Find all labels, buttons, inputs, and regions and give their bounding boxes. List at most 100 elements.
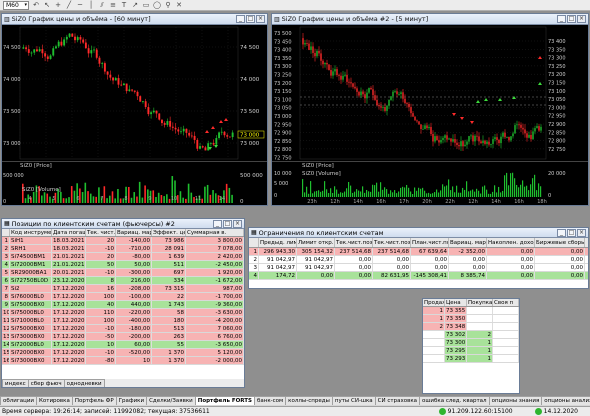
col-header[interactable]: Цена — [445, 299, 467, 306]
col-header[interactable]: Дата погаш. — [52, 229, 86, 236]
close-button[interactable]: × — [577, 228, 586, 237]
volume-bar — [388, 193, 390, 197]
table-row[interactable]: 14 Si72000BL0 17.12.2020 10 60,00 55 -3 650,00 — [2, 341, 244, 349]
volume-pane-60min[interactable]: 500 000 0 500 000 0 SiZ0 [Volume] 4 5 6 7 8 9 10 11 1… — [2, 169, 267, 205]
maximize-button[interactable]: □ — [246, 15, 255, 23]
col-header[interactable]: Предыд. лимит — [259, 238, 297, 247]
rect-tool-icon[interactable]: ▭ — [142, 1, 150, 9]
table-row[interactable]: 2 SRH1 18.03.2021 -10 -710,00 28 091 7 078,00 — [2, 245, 244, 253]
col-header[interactable]: Эффект. цена — [152, 229, 186, 236]
main-tab[interactable]: СИ страховка — [374, 396, 421, 405]
col-header[interactable]: Код инструмента — [10, 229, 52, 236]
channel-tool-icon[interactable]: ⫽ — [98, 1, 106, 9]
vline-tool-icon[interactable]: │ — [87, 1, 95, 9]
arrow-tool-icon[interactable]: ↗ — [131, 1, 139, 9]
col-header[interactable]: Своя п — [493, 299, 519, 306]
main-tab[interactable]: коллы-спреды — [285, 396, 333, 405]
main-tab[interactable]: Графики — [115, 396, 148, 405]
table-row[interactable]: 15 Si72000BX0 17.12.2020 -10 -520,00 1 370 5 1… — [2, 349, 244, 357]
main-tab[interactable]: Портфель ФР — [71, 396, 117, 405]
book-buy-row[interactable]: 73 300 1 — [423, 339, 519, 347]
subtab[interactable]: сбер фьюч — [27, 379, 65, 387]
col-header[interactable]: Суммарная в. — [186, 229, 244, 236]
main-tab[interactable]: опционы знания — [488, 396, 543, 405]
main-tab[interactable]: банк-сом — [253, 396, 287, 405]
maximize-button[interactable]: □ — [567, 228, 576, 237]
col-header[interactable]: Тек.чист.поз. — [335, 238, 373, 247]
close-button[interactable]: × — [233, 219, 242, 228]
book-sell-row[interactable]: 2 73 348 — [423, 323, 519, 331]
main-tab[interactable]: опционы анализ — [541, 396, 590, 405]
table-row[interactable]: 16 Si73000BX0 17.12.2020 -80 10 1 370 -2 000,0… — [2, 357, 244, 365]
main-tab[interactable]: Портфель FORTS — [194, 396, 255, 405]
col-header[interactable]: Биржевые сборы — [535, 238, 585, 247]
table-row[interactable]: 11 Si71000BL0 17.12.2020 100 -400,00 180 -4 20… — [2, 317, 244, 325]
table-row[interactable]: 4 174,72 0,00 0,00 82 631,95 -145 308,41 8 385… — [249, 272, 588, 280]
candle-body — [209, 142, 212, 144]
minimize-button[interactable]: _ — [236, 15, 245, 23]
table-row[interactable]: 12 Si75000BX0 17.12.2020 -10 -180,00 513 7 060… — [2, 325, 244, 333]
table-row[interactable]: 9 Si75000BX0 17.12.2020 40 440,00 1 743 -9 360… — [2, 301, 244, 309]
col-header[interactable]: Вариац. маржа — [116, 229, 152, 236]
main-tab[interactable]: Сделки/Заявки — [146, 396, 196, 405]
table-cell: 17.12.2020 — [53, 357, 86, 364]
cursor-icon[interactable]: ↖ — [43, 1, 51, 9]
close-button[interactable]: × — [256, 15, 265, 23]
book-buy-row[interactable]: 73 295 1 — [423, 347, 519, 355]
col-header[interactable]: Накоплен. доход — [487, 238, 535, 247]
text-tool-icon[interactable]: T — [120, 1, 128, 9]
table-row[interactable]: 1 SiH1 18.03.2021 20 -140,00 73 986 3 800,00 — [2, 237, 244, 245]
chart-window-60min-titlebar: ▥ SiZ0 График цены и объёма - [60 минут]… — [2, 14, 267, 25]
price-pane-5min[interactable]: 73 500 73 450 73 400 73 350 73 300 73 250 73 2… — [272, 25, 588, 161]
minimize-button[interactable]: _ — [557, 15, 566, 23]
interval-combo[interactable]: M60 ▾ — [3, 0, 29, 10]
col-header[interactable]: План.чист.поз. — [411, 238, 449, 247]
maximize-button[interactable]: □ — [567, 15, 576, 23]
table-row[interactable]: 8 Si76000BL0 17.12.2020 100 -100,00 22 -1 700,… — [2, 293, 244, 301]
delete-tool-icon[interactable]: ✕ — [175, 1, 183, 9]
col-header[interactable]: Продаж — [423, 299, 445, 306]
crosshair-icon[interactable]: + — [54, 1, 62, 9]
col-header[interactable]: Вариац. маржа — [449, 238, 487, 247]
line-tool-icon[interactable]: ╱ — [65, 1, 73, 9]
col-header[interactable]: Покупка — [467, 299, 493, 306]
col-header[interactable]: Тек. чист. поз. — [86, 229, 116, 236]
main-tab[interactable]: ошибка след. квартал — [419, 396, 490, 405]
maximize-button[interactable]: □ — [223, 219, 232, 228]
subtab[interactable]: индекс — [2, 379, 29, 387]
table-row[interactable]: 10 Si75000BL0 17.12.2020 110 -220,00 58 -3 630… — [2, 309, 244, 317]
close-button[interactable]: × — [577, 15, 586, 23]
book-sell-row[interactable]: 1 73 355 — [423, 307, 519, 315]
minimize-button[interactable]: _ — [213, 219, 222, 228]
table-row[interactable]: 3 Si74500BM1 21.01.2021 20 -80,00 1 639 2 420,… — [2, 253, 244, 261]
volume-bar — [470, 190, 472, 197]
book-buy-row[interactable]: 73 293 1 — [423, 355, 519, 363]
candle-body — [482, 140, 484, 143]
table-row[interactable]: 4 Si72000BM1 21.01.2021 50 50,00 511 -2 450,00 — [2, 261, 244, 269]
volume-pane-5min[interactable]: 10 000 5 000 0 20 000 0 SiZ0 [Volume] 23h 12h 14… — [272, 169, 588, 205]
ellipse-tool-icon[interactable]: ◯ — [153, 1, 161, 9]
main-tab[interactable]: облигации — [0, 396, 37, 405]
fib-tool-icon[interactable]: ≡ — [109, 1, 117, 9]
positions-window: ▦ Позиции по клиентским счетам (фьючерсы… — [1, 218, 245, 388]
table-row[interactable]: 5 SR29000BA1 20.01.2021 -10 -300,00 697 1 920,… — [2, 269, 244, 277]
table-row[interactable]: 7 Si2 17.12.2020 16 -208,00 73 315 987,00 — [2, 285, 244, 293]
table-row[interactable]: 3 91 042,97 91 042,97 0,00 0,00 0,00 0,00 0,00 0… — [249, 264, 588, 272]
price-pane-60min[interactable]: 74 500 74 500 74 000 74 000 73 500 73 500 73 0… — [2, 25, 267, 161]
volume-bar — [141, 197, 144, 203]
subtab[interactable]: однодневки — [63, 379, 105, 387]
main-tab[interactable]: путы СИ-шка — [331, 396, 376, 405]
col-header[interactable]: Лимит откр. поз. — [297, 238, 335, 247]
table-row[interactable]: 2 91 042,97 91 042,97 0,00 0,00 0,00 0,00 0,00 0… — [249, 256, 588, 264]
zoom-icon[interactable]: ⚲ — [164, 1, 172, 9]
hline-tool-icon[interactable]: ─ — [76, 1, 84, 9]
minimize-button[interactable]: _ — [557, 228, 566, 237]
table-row[interactable]: 1 296 943,30 305 154,32 237 514,68 237 514,6… — [249, 248, 588, 256]
table-row[interactable]: 13 Si73000BX0 17.12.2020 -50 -200,00 263 6 760… — [2, 333, 244, 341]
col-header[interactable]: Тек.чист.поз. (под зая.) — [373, 238, 411, 247]
book-buy-row[interactable]: 73 302 2 — [423, 331, 519, 339]
table-row[interactable]: 6 Si72750BL0D 23.12.2020 8 216,00 334 -1 672,0… — [2, 277, 244, 285]
undo-icon[interactable]: ↶ — [32, 1, 40, 9]
book-sell-row[interactable]: 1 73 350 — [423, 315, 519, 323]
main-tab[interactable]: Котировка — [36, 396, 73, 405]
